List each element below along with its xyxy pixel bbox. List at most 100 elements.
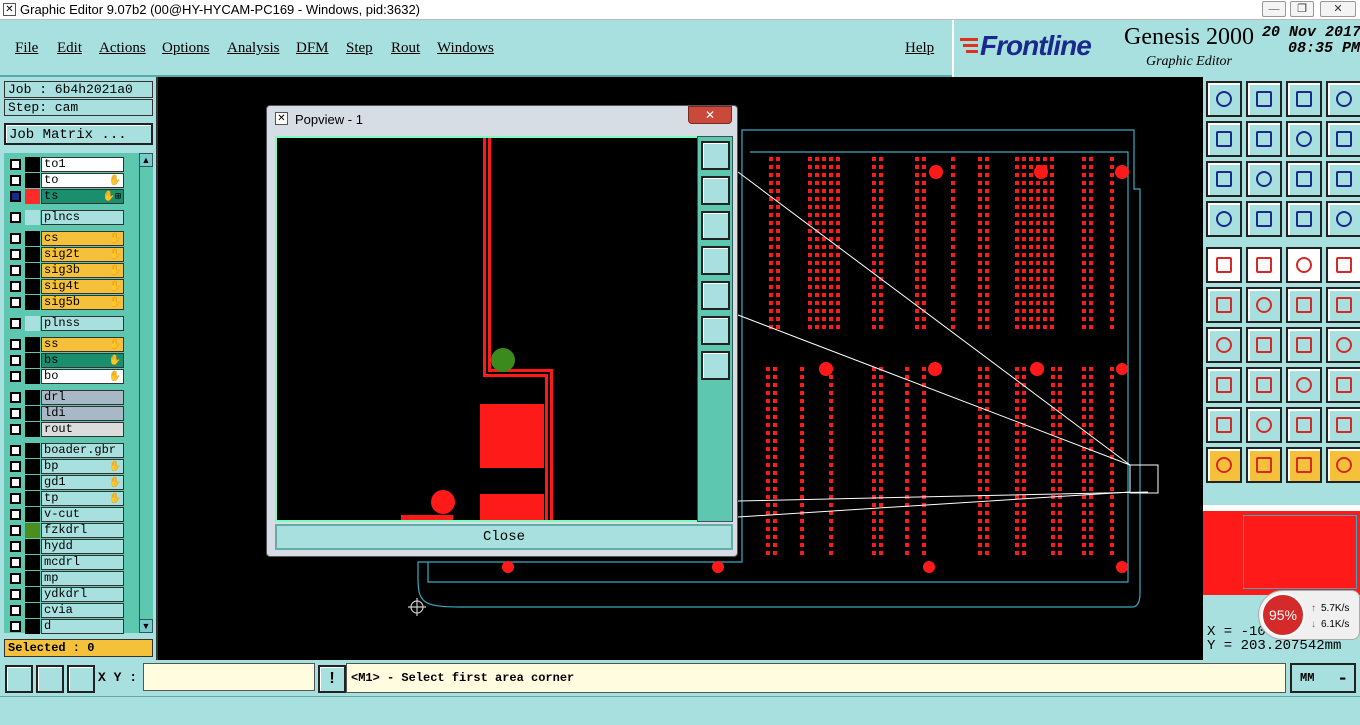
layer-name[interactable]: rout	[41, 422, 124, 437]
popview-tool-fit-icon[interactable]	[701, 141, 730, 170]
menu-dfm[interactable]: DFM	[296, 40, 329, 57]
layer-row-mp[interactable]: mp	[8, 571, 124, 586]
display-icon[interactable]	[1326, 81, 1360, 117]
layer-panel-icon[interactable]	[1286, 201, 1322, 237]
layer-color-swatch[interactable]	[25, 619, 40, 634]
layer-checkbox[interactable]	[10, 191, 21, 202]
grid-icon[interactable]	[67, 665, 95, 693]
layer-row-boader-gbr[interactable]: boader.gbr	[8, 443, 124, 458]
scroll-up-icon[interactable]: ▲	[139, 153, 153, 167]
layer-color-swatch[interactable]	[25, 189, 40, 204]
layer-name[interactable]: mp	[41, 571, 124, 586]
layer-color-swatch[interactable]	[25, 316, 40, 331]
pointer-3-icon[interactable]	[1286, 447, 1322, 483]
layer-color-swatch[interactable]	[25, 459, 40, 474]
layer-name[interactable]: hydd	[41, 539, 124, 554]
layer-name[interactable]: ldi	[41, 406, 124, 421]
layer-checkbox[interactable]	[10, 371, 21, 382]
job-matrix-button[interactable]: Job Matrix ...	[4, 123, 153, 145]
layer-checkbox[interactable]	[10, 297, 21, 308]
layer-row-ldi[interactable]: ldi	[8, 406, 124, 421]
layer-name[interactable]: bs ✋	[41, 353, 124, 368]
pad-add-icon[interactable]	[1206, 367, 1242, 403]
layer-checkbox[interactable]	[10, 445, 21, 456]
layer-name[interactable]: boader.gbr	[41, 443, 124, 458]
layer-row-sig5b[interactable]: sig5b ✋	[8, 295, 124, 310]
layer-row-drl[interactable]: drl	[8, 390, 124, 405]
layer-checkbox[interactable]	[10, 233, 21, 244]
layer-name[interactable]: plncs	[41, 210, 124, 225]
angle-icon[interactable]	[1206, 327, 1242, 363]
pointer-icon[interactable]	[1206, 447, 1242, 483]
menu-file[interactable]: File	[15, 40, 38, 57]
layer-color-swatch[interactable]	[25, 157, 40, 172]
zoom-box-icon[interactable]	[5, 665, 33, 693]
layer-color-swatch[interactable]	[25, 279, 40, 294]
layer-color-swatch[interactable]	[25, 507, 40, 522]
layer-row-to1[interactable]: to1	[8, 157, 124, 172]
snap-icon[interactable]	[36, 665, 64, 693]
layer-row-ts[interactable]: ts ✋⊞	[8, 189, 124, 204]
layer-name[interactable]: to ✋	[41, 173, 124, 188]
layer-name[interactable]: ss ✋	[41, 337, 124, 352]
layer-color-swatch[interactable]	[25, 587, 40, 602]
layer-name[interactable]: cs ✋	[41, 231, 124, 246]
layer-checkbox[interactable]	[10, 605, 21, 616]
layer-color-swatch[interactable]	[25, 523, 40, 538]
layer-color-swatch[interactable]	[25, 406, 40, 421]
layer-name[interactable]: cvia	[41, 603, 124, 618]
center-icon[interactable]	[1246, 161, 1282, 197]
move-up-icon[interactable]	[1206, 81, 1242, 117]
layer-compare-icon[interactable]	[1326, 201, 1360, 237]
layer-color-swatch[interactable]	[25, 539, 40, 554]
layer-row-mcdrl[interactable]: mcdrl	[8, 555, 124, 570]
popview-close-icon[interactable]: ✕	[688, 106, 732, 124]
route-icon[interactable]	[1246, 407, 1282, 443]
layer-checkbox[interactable]	[10, 408, 21, 419]
minimap[interactable]	[1203, 505, 1360, 595]
warning-button[interactable]: !	[318, 665, 346, 693]
layer-color-swatch[interactable]	[25, 390, 40, 405]
units-select[interactable]: MM ▬	[1290, 663, 1356, 693]
rotate-icon[interactable]	[1326, 121, 1360, 157]
layer-row-cs[interactable]: cs ✋	[8, 231, 124, 246]
menu-help[interactable]: Help	[905, 40, 934, 57]
layer-color-swatch[interactable]	[25, 571, 40, 586]
layer-color-swatch[interactable]	[25, 443, 40, 458]
layer-row-ydkdrl[interactable]: ydkdrl	[8, 587, 124, 602]
align-icon[interactable]	[1286, 367, 1322, 403]
layer-row-plnss[interactable]: plnss	[8, 316, 124, 331]
layer-name[interactable]: mcdrl	[41, 555, 124, 570]
layer-name[interactable]: ts ✋⊞	[41, 189, 124, 204]
popview-tool-right-icon[interactable]	[701, 281, 730, 310]
layer-color-swatch[interactable]	[25, 295, 40, 310]
layer-name[interactable]: plnss	[41, 316, 124, 331]
layer-checkbox[interactable]	[10, 461, 21, 472]
layer-name[interactable]: tp ✋	[41, 491, 124, 506]
layer-color-swatch[interactable]	[25, 337, 40, 352]
scroll-down-icon[interactable]: ▼	[139, 619, 153, 633]
layer-color-swatch[interactable]	[25, 475, 40, 490]
layer-row-cvia[interactable]: cvia	[8, 603, 124, 618]
layer-row-bp[interactable]: bp ✋	[8, 459, 124, 474]
layer-row-to[interactable]: to ✋	[8, 173, 124, 188]
layer-row-bo[interactable]: bo ✋	[8, 369, 124, 384]
mirror-icon[interactable]	[1326, 367, 1360, 403]
select-pad-icon[interactable]	[1206, 247, 1242, 283]
layer-name[interactable]: sig5b ✋	[41, 295, 124, 310]
layer-color-swatch[interactable]	[25, 422, 40, 437]
layer-checkbox[interactable]	[10, 339, 21, 350]
cross-icon[interactable]	[1246, 287, 1282, 323]
menu-windows[interactable]: Windows	[437, 40, 494, 57]
minimize-button[interactable]: —	[1262, 1, 1286, 17]
layer-name[interactable]: sig3b ✋	[41, 263, 124, 278]
popview-tool-left-icon[interactable]	[701, 246, 730, 275]
layer-checkbox[interactable]	[10, 509, 21, 520]
menu-edit[interactable]: Edit	[57, 40, 82, 57]
layer-name[interactable]: drl	[41, 390, 124, 405]
layer-checkbox[interactable]	[10, 557, 21, 568]
layer-name[interactable]: sig4t ✋	[41, 279, 124, 294]
layer-row-rout[interactable]: rout	[8, 422, 124, 437]
grid-view-icon[interactable]	[1246, 201, 1282, 237]
layer-checkbox[interactable]	[10, 541, 21, 552]
